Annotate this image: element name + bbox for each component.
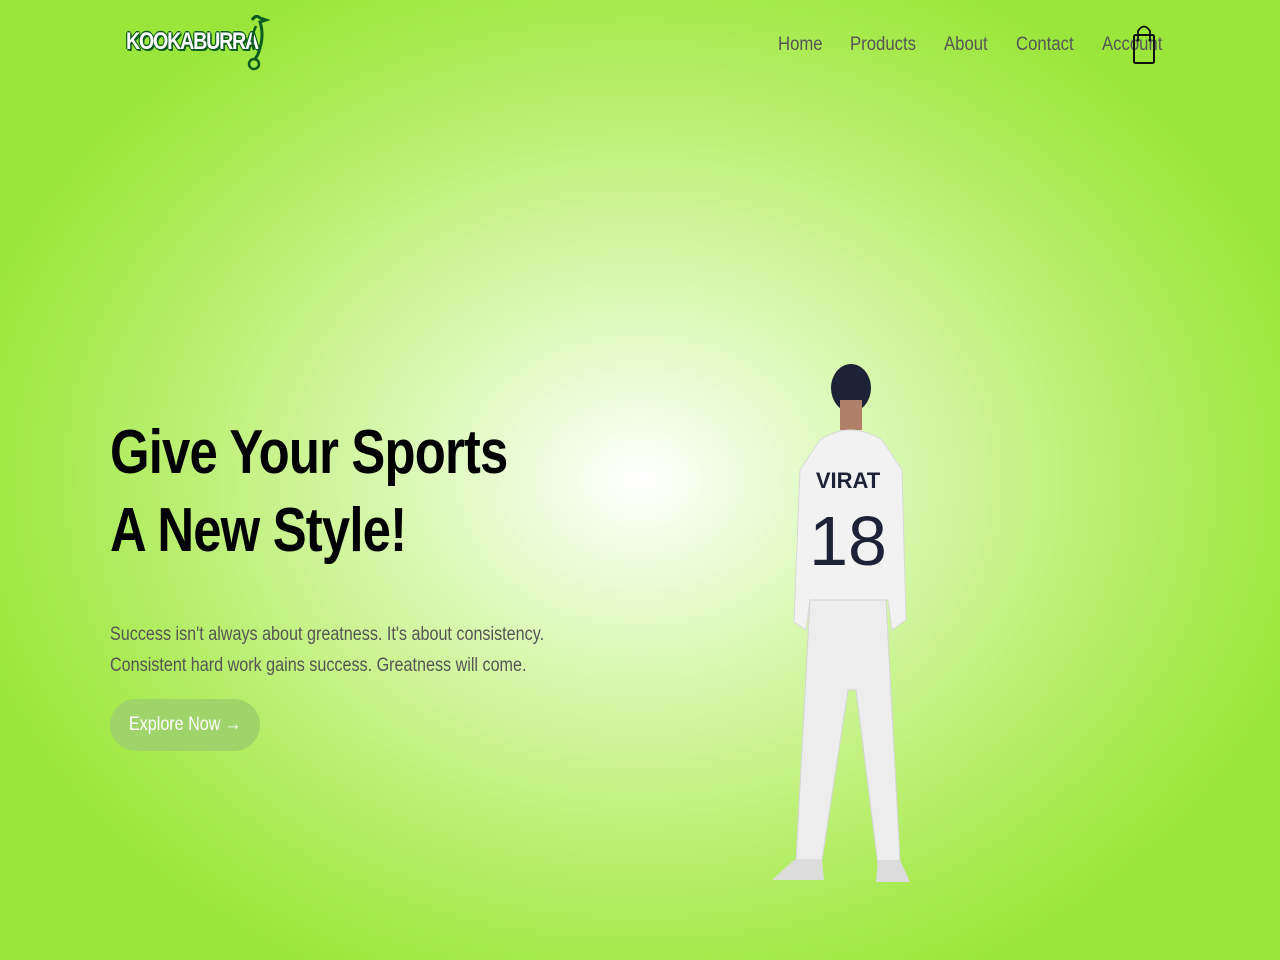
kookaburra-bird-icon	[247, 14, 270, 71]
jersey-name: VIRAT	[816, 468, 881, 493]
shopping-bag-icon[interactable]	[1132, 23, 1156, 65]
main-nav: Home Products About Contact Account	[778, 34, 1170, 56]
hero-title: Give Your Sports A New Style!	[110, 414, 508, 570]
jersey-number: 18	[809, 502, 887, 580]
cricket-player-image: VIRAT 18	[772, 364, 910, 882]
nav-products[interactable]: Products	[850, 34, 916, 56]
nav-home[interactable]: Home	[778, 34, 823, 56]
hero-title-line1: Give Your Sports	[110, 418, 508, 487]
nav-about[interactable]: About	[944, 34, 988, 56]
logo-text: KOOKABURRA	[126, 28, 259, 55]
explore-now-button[interactable]: Explore Now →	[110, 699, 260, 751]
brand-logo[interactable]: KOOKABURRA	[126, 14, 271, 72]
nav-contact[interactable]: Contact	[1016, 34, 1074, 56]
hero-title-line2: A New Style!	[110, 496, 407, 565]
explore-now-label: Explore Now →	[128, 714, 242, 735]
hero-description: Success isn't always about greatness. It…	[110, 624, 545, 676]
